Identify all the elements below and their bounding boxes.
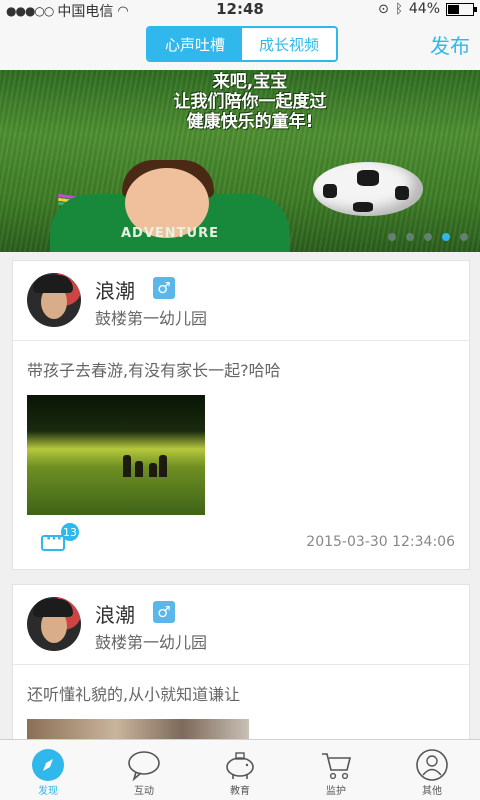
bluetooth-icon: ᛒ: [395, 1, 403, 17]
tab-education[interactable]: 教育: [192, 740, 288, 800]
post-photo[interactable]: [27, 395, 205, 515]
status-bar: ●●●○○ 中国电信 ◠ 12:48 ⊙ ᛒ 44%: [0, 0, 480, 20]
post-text: 还听懂礼貌的,从小就知道谦让: [27, 685, 241, 704]
banner-caption-line2: 让我们陪你一起度过: [173, 92, 327, 112]
chat-bubble-icon: [128, 751, 160, 782]
avatar[interactable]: [27, 273, 81, 327]
tab-guardian[interactable]: 监护: [288, 740, 384, 800]
pager-dot[interactable]: [442, 233, 450, 241]
banner-child-image: ADVENTURE: [40, 160, 310, 252]
tab-other[interactable]: 其他: [384, 740, 480, 800]
post-school: 鼓楼第一幼儿园: [95, 309, 208, 328]
comment-button[interactable]: 13: [41, 523, 79, 553]
post-text: 带孩子去春游,有没有家长一起?哈哈: [27, 361, 281, 380]
post-username[interactable]: 浪潮: [95, 275, 135, 304]
status-right: ⊙ ᛒ 44%: [378, 1, 477, 17]
tab-other-label: 其他: [422, 786, 442, 797]
segmented-control: 心声吐槽 成长视频: [146, 26, 338, 62]
battery-percent: 44%: [408, 1, 440, 17]
cart-icon: [322, 753, 352, 780]
male-icon: ♂: [153, 601, 175, 623]
post-username[interactable]: 浪潮: [95, 599, 135, 628]
tab-interact[interactable]: 互动: [96, 740, 192, 800]
post-header: 浪潮 ♂ 鼓楼第一幼儿园: [13, 585, 469, 665]
tab-education-label: 教育: [230, 786, 250, 797]
banner-soccer-ball: [313, 162, 423, 216]
pager-dot[interactable]: [406, 233, 414, 241]
tab-guardian-label: 监护: [326, 786, 346, 797]
banner-shirt-text: ADVENTURE: [121, 226, 219, 241]
post-school: 鼓楼第一幼儿园: [95, 633, 208, 652]
post-date: 2015-03-30 12:34:06: [306, 534, 455, 550]
comment-count-badge: 13: [61, 523, 79, 541]
publish-button[interactable]: 发布: [430, 30, 470, 59]
banner-caption: 来吧,宝宝 让我们陪你一起度过 健康快乐的童年!: [120, 72, 380, 132]
pager-dot[interactable]: [424, 233, 432, 241]
lock-rotation-icon: ⊙: [378, 1, 390, 17]
pager-dot[interactable]: [460, 233, 468, 241]
tab-growth-video[interactable]: 成长视频: [242, 28, 336, 60]
tab-discover[interactable]: 发现: [0, 740, 96, 800]
avatar[interactable]: [27, 597, 81, 651]
post-card[interactable]: 浪潮 ♂ 鼓楼第一幼儿园 带孩子去春游,有没有家长一起?哈哈 13 2015-0…: [12, 260, 470, 570]
tab-discover-label: 发现: [38, 786, 58, 797]
male-icon: ♂: [153, 277, 175, 299]
user-icon: [416, 749, 448, 781]
post-header: 浪潮 ♂ 鼓楼第一幼儿园: [13, 261, 469, 341]
tab-bar: 发现 互动 教育 监护 其他: [0, 739, 480, 800]
banner-carousel[interactable]: 来吧,宝宝 让我们陪你一起度过 健康快乐的童年! ADVENTURE: [0, 70, 480, 252]
compass-icon: [32, 749, 64, 781]
banner-pager: [388, 233, 468, 241]
tab-interact-label: 互动: [134, 786, 154, 797]
tab-voice[interactable]: 心声吐槽: [148, 28, 242, 60]
nav-bar: 心声吐槽 成长视频 发布: [0, 20, 480, 70]
banner-caption-line1: 来吧,宝宝: [212, 72, 288, 92]
piggy-bank-icon: [226, 752, 254, 779]
banner-caption-line3: 健康快乐的童年!: [186, 112, 314, 132]
post-card[interactable]: 浪潮 ♂ 鼓楼第一幼儿园 还听懂礼貌的,从小就知道谦让: [12, 584, 470, 744]
battery-icon: [446, 2, 477, 16]
pager-dot[interactable]: [388, 233, 396, 241]
comment-icon: [41, 531, 65, 551]
